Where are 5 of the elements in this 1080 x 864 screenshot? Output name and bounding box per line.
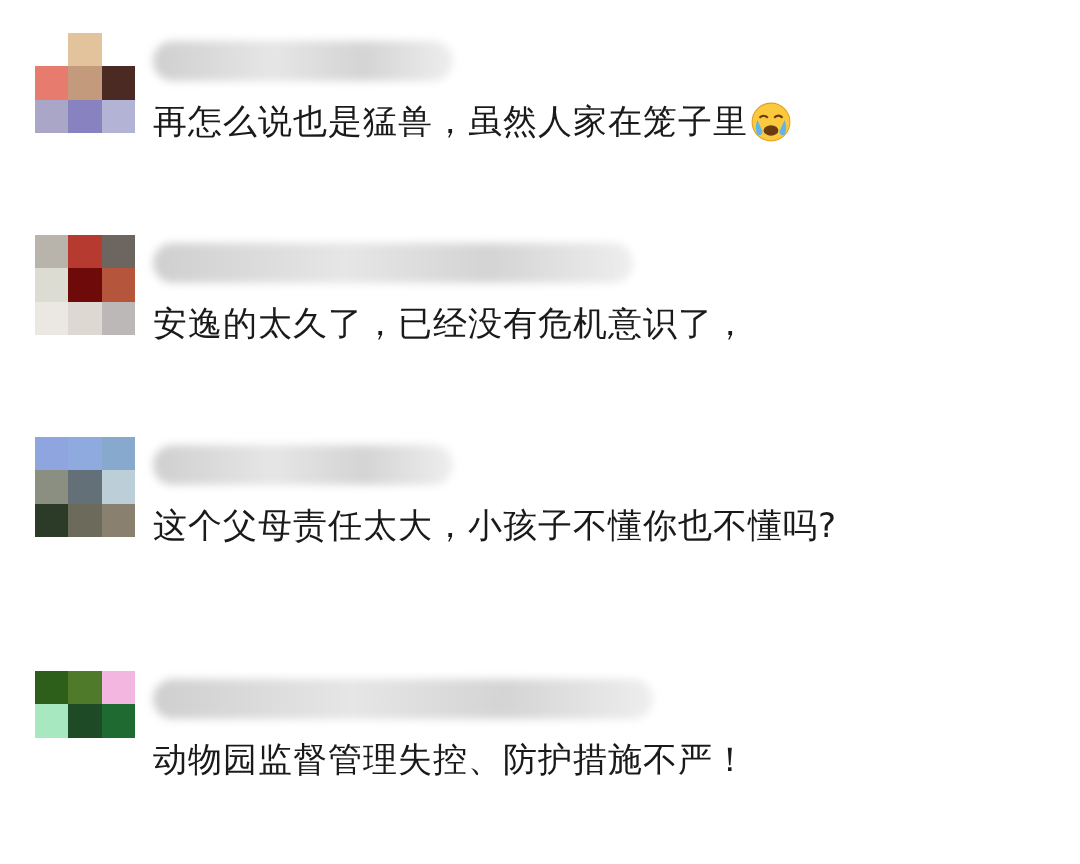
comment-text: 这个父母责任太大，小孩子不懂你也不懂吗? — [153, 504, 838, 547]
comment-text: 安逸的太久了，已经没有危机意识了， — [153, 302, 748, 345]
crying-face-icon — [750, 101, 792, 143]
comment-text: 再怎么说也是猛兽，虽然人家在笼子里 — [153, 100, 748, 143]
comment-text: 动物园监督管理失控、防护措施不严！ — [153, 738, 748, 781]
